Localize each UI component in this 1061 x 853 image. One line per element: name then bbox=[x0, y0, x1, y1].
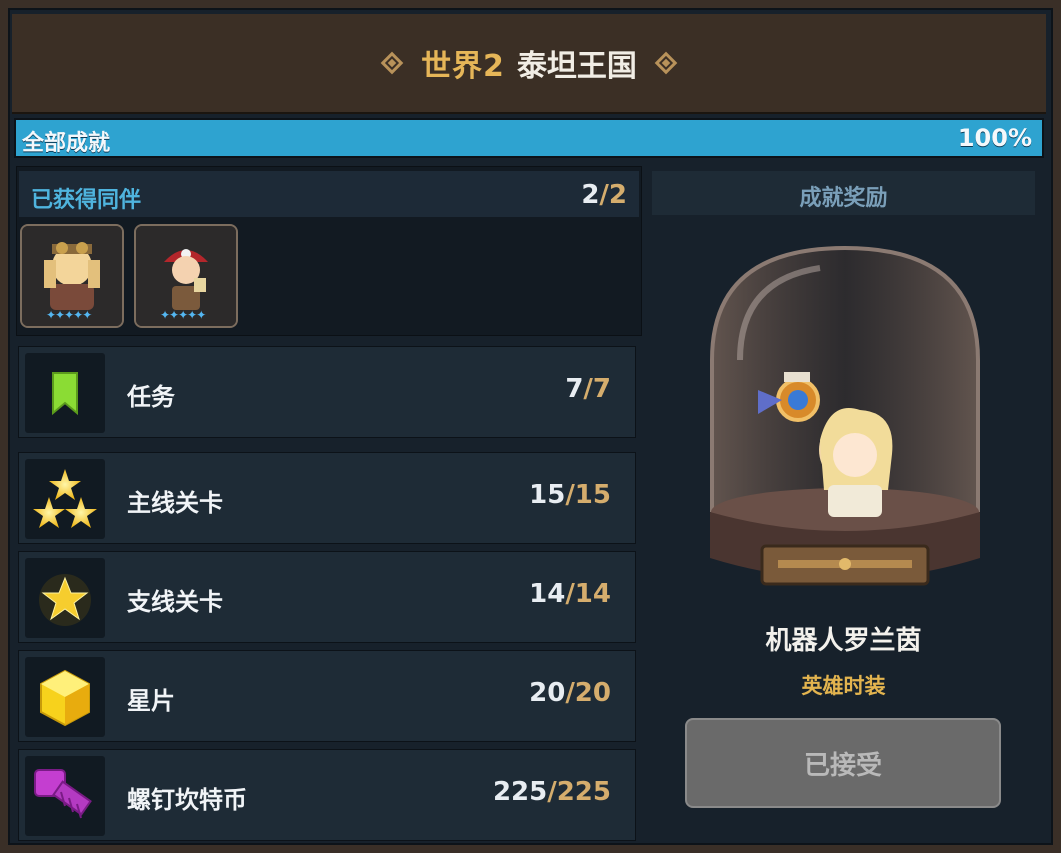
achievement-progress: 225/225 bbox=[492, 777, 611, 807]
bookmark-icon bbox=[25, 353, 105, 433]
achievement-row-side-stages[interactable]: 支线关卡 14/14 bbox=[18, 551, 636, 643]
reward-type: 英雄时装 bbox=[801, 674, 886, 698]
achievement-label: 支线关卡 bbox=[127, 588, 223, 616]
star-piece-cube-icon bbox=[25, 657, 105, 737]
companions-panel: 已获得同伴 2/2 ✦✦✦✦✦ ✦✦✦✦✦ bbox=[16, 166, 642, 336]
achievement-label: 主线关卡 bbox=[127, 489, 223, 517]
companion-card[interactable]: ✦✦✦✦✦ bbox=[20, 224, 124, 328]
achievement-progress: 14/14 bbox=[529, 579, 611, 609]
glass-dome-costume-icon bbox=[710, 245, 980, 586]
achievement-row-quests[interactable]: 任务 7/7 bbox=[18, 346, 636, 438]
diamond-ornament-icon bbox=[655, 52, 677, 74]
achievement-progress: 20/20 bbox=[529, 678, 611, 708]
overall-progress-bar: 全部成就 100% bbox=[14, 118, 1044, 158]
reward-header: 成就奖励 bbox=[652, 171, 1035, 215]
achievement-progress: 7/7 bbox=[565, 374, 611, 404]
three-stars-icon bbox=[25, 459, 105, 539]
companions-label: 已获得同伴 bbox=[31, 188, 142, 213]
companions-count: 2/2 bbox=[581, 180, 627, 210]
reward-name: 机器人罗兰茵 bbox=[765, 626, 922, 656]
progress-label: 全部成就 bbox=[22, 131, 111, 156]
companion-rank-pips: ✦✦✦✦✦ bbox=[46, 308, 92, 322]
reward-showcase bbox=[700, 240, 990, 610]
accepted-button[interactable]: 已接受 bbox=[685, 718, 1001, 808]
diamond-ornament-icon bbox=[381, 52, 403, 74]
world-name: 泰坦王国 bbox=[516, 49, 637, 84]
progress-value: 100% bbox=[957, 124, 1032, 152]
reward-header-label: 成就奖励 bbox=[799, 186, 888, 211]
star-icon bbox=[25, 558, 105, 638]
progress-fill bbox=[16, 120, 1042, 156]
companion-rank-pips: ✦✦✦✦✦ bbox=[160, 308, 206, 322]
world-number: 世界2 bbox=[421, 49, 505, 84]
companions-header: 已获得同伴 2/2 bbox=[19, 171, 639, 217]
achievement-label: 星片 bbox=[127, 687, 175, 715]
screw-coin-icon bbox=[25, 756, 105, 836]
achievement-label: 任务 bbox=[127, 383, 175, 411]
companion-card[interactable]: ✦✦✦✦✦ bbox=[134, 224, 238, 328]
achievement-row-screw-coins[interactable]: 螺钉坎特币 225/225 bbox=[18, 749, 636, 841]
achievement-row-star-pieces[interactable]: 星片 20/20 bbox=[18, 650, 636, 742]
world-header: 世界2 泰坦王国 bbox=[12, 14, 1046, 114]
achievement-row-main-stages[interactable]: 主线关卡 15/15 bbox=[18, 452, 636, 544]
achievement-progress: 15/15 bbox=[529, 480, 611, 510]
achievement-label: 螺钉坎特币 bbox=[127, 786, 247, 814]
